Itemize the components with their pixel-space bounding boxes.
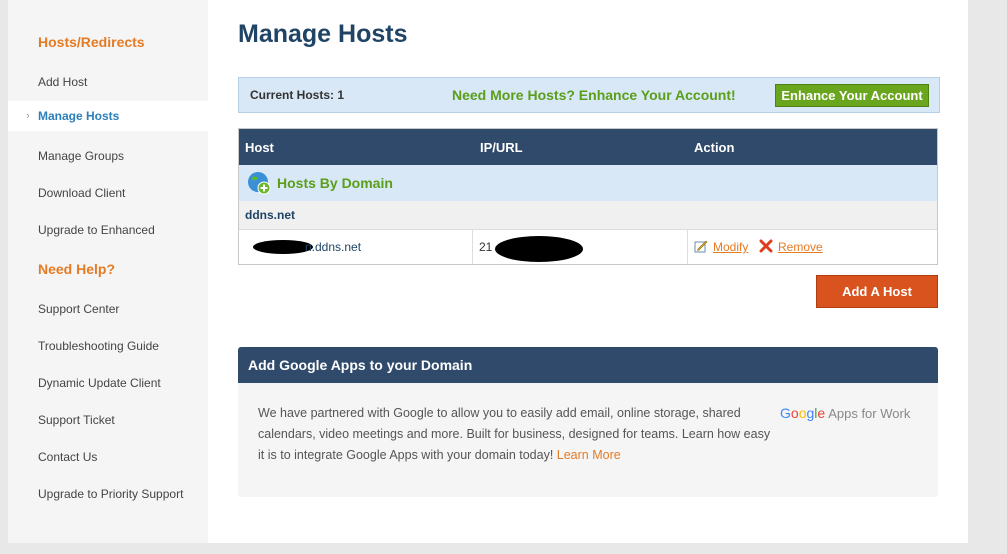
google-apps-text: We have partnered with Google to allow y… [258,403,773,466]
sidebar-heading-hosts-redirects: Hosts/Redirects [38,34,145,50]
sidebar-item-manage-hosts[interactable]: › Manage Hosts [8,101,208,131]
host-cell: n.ddns.net [239,230,473,264]
ip-cell: 21 [473,230,688,264]
learn-more-link[interactable]: Learn More [557,448,621,462]
sidebar-item-troubleshooting-guide[interactable]: Troubleshooting Guide [8,331,208,361]
modify-link[interactable]: Modify [713,240,748,254]
sidebar-item-support-ticket[interactable]: Support Ticket [8,405,208,435]
sidebar-item-contact-us[interactable]: Contact Us [8,442,208,472]
host-name[interactable]: n.ddns.net [305,240,361,254]
sidebar-item-label: Manage Hosts [38,109,120,123]
column-header-ip-url: IP/URL [480,140,523,155]
sidebar-item-manage-groups[interactable]: Manage Groups [8,141,208,171]
current-hosts: Current Hosts: 1 [250,88,344,102]
sidebar-heading-need-help: Need Help? [38,261,116,277]
sidebar-item-support-center[interactable]: Support Center [8,294,208,324]
table-row: n.ddns.net 21 Modify Remove [239,229,937,264]
domain-row: ddns.net [239,201,937,229]
sidebar-item-dynamic-update-client[interactable]: Dynamic Update Client [8,368,208,398]
remove-icon[interactable] [759,239,773,253]
remove-link[interactable]: Remove [778,240,823,254]
chevron-right-icon: › [26,110,30,122]
redacted-mark [495,236,583,262]
promo-text: Need More Hosts? Enhance Your Account! [452,87,736,103]
google-apps-heading: Add Google Apps to your Domain [238,347,938,383]
action-cell: Modify Remove [688,230,938,264]
hosts-by-domain-label: Hosts By Domain [277,175,393,191]
current-hosts-label: Current Hosts: [250,88,335,102]
edit-icon[interactable] [694,239,708,253]
current-hosts-count: 1 [337,88,345,102]
column-header-action: Action [694,140,735,155]
add-host-button[interactable]: Add A Host [816,275,938,308]
table-header: Host IP/URL Action [239,129,937,165]
ip-address: 21 [479,240,493,254]
google-logo-suffix: Apps for Work [828,406,911,421]
hosts-banner: Current Hosts: 1 Need More Hosts? Enhanc… [238,77,940,113]
google-logo-word: Google [780,405,826,421]
page: Hosts/Redirects Add Host › Manage Hosts … [8,0,968,543]
google-apps-logo: Google Apps for Work [780,405,910,421]
enhance-account-button[interactable]: Enhance Your Account [775,84,929,107]
sidebar-item-priority-support[interactable]: Upgrade to Priority Support [8,479,208,509]
google-apps-body: We have partnered with Google to allow y… [258,406,771,462]
sidebar-item-upgrade-enhanced[interactable]: Upgrade to Enhanced [8,215,208,245]
page-title: Manage Hosts [238,20,408,48]
google-apps-panel: Add Google Apps to your Domain We have p… [238,347,938,497]
column-header-host: Host [245,140,274,155]
hosts-table: Host IP/URL Action Hosts By Domain ddns.… [238,128,938,265]
domain-name: ddns.net [245,208,295,222]
sidebar-item-add-host[interactable]: Add Host [8,67,208,97]
sidebar-item-download-client[interactable]: Download Client [8,178,208,208]
globe-icon [248,172,271,195]
hosts-by-domain-row: Hosts By Domain [239,165,937,201]
redacted-mark [253,240,313,254]
sidebar: Hosts/Redirects Add Host › Manage Hosts … [8,0,208,543]
